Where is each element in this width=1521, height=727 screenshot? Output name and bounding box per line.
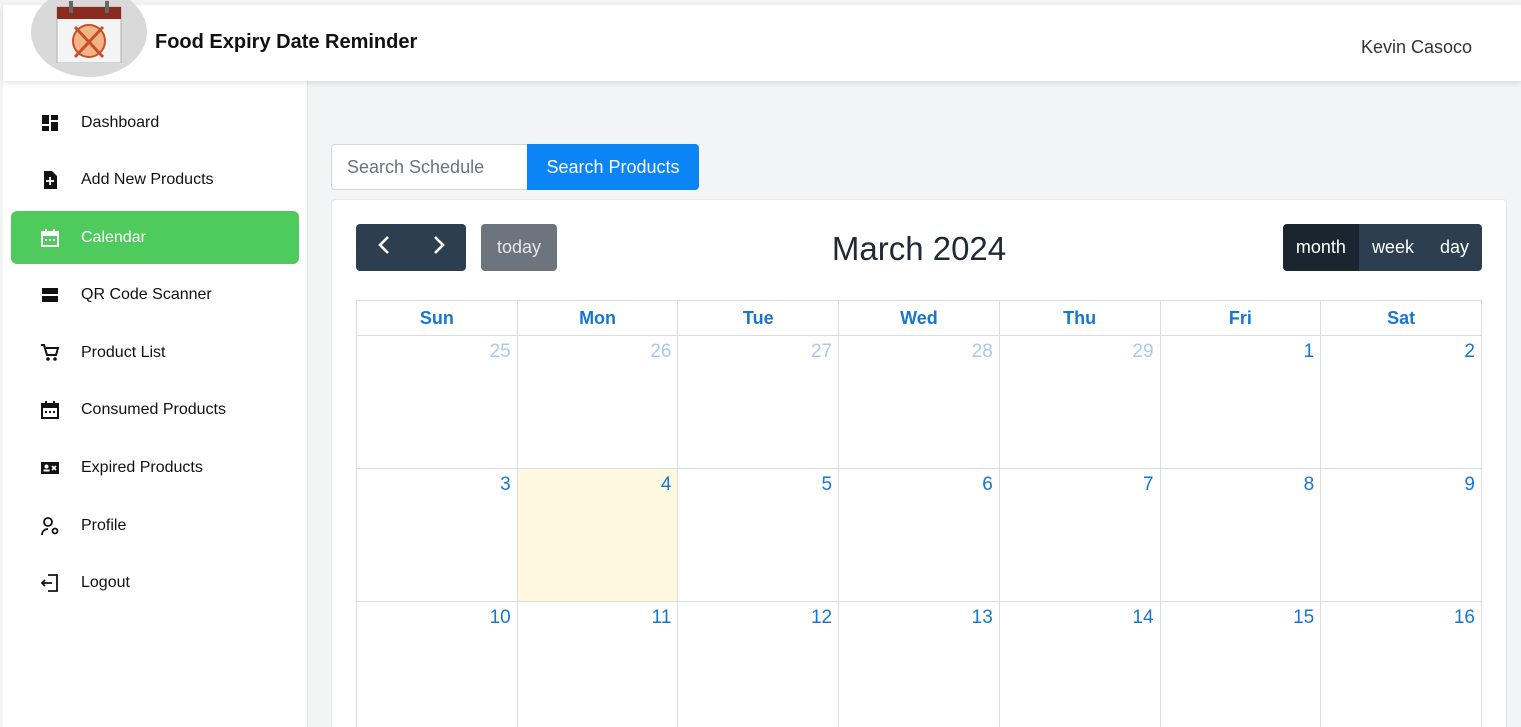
app-logo bbox=[31, 0, 147, 77]
top-header: Food Expiry Date Reminder Kevin Casoco bbox=[3, 0, 1521, 81]
day-cell[interactable]: 29 bbox=[998, 335, 1161, 469]
day-cell[interactable]: 9 bbox=[1320, 468, 1482, 602]
logout-icon bbox=[39, 572, 61, 594]
sidebar-item-label: Product List bbox=[81, 343, 166, 361]
weekday-header: Wed bbox=[838, 300, 1000, 336]
view-switcher: month week day bbox=[1282, 224, 1482, 271]
sidebar-item-add-new-products[interactable]: Add New Products bbox=[11, 153, 299, 206]
day-cell[interactable]: 26 bbox=[516, 335, 679, 469]
sidebar-item-qr-code-scanner[interactable]: QR Code Scanner bbox=[11, 268, 299, 321]
day-cell[interactable]: 11 bbox=[516, 601, 679, 727]
sidebar-item-calendar[interactable]: Calendar bbox=[11, 211, 299, 264]
day-cell[interactable]: 16 bbox=[1320, 601, 1482, 727]
sidebar-item-consumed-products[interactable]: Consumed Products bbox=[11, 383, 299, 436]
sidebar-item-expired-products[interactable]: Expired Products bbox=[11, 441, 299, 494]
sidebar-item-label: Consumed Products bbox=[81, 400, 226, 418]
search-products-button[interactable]: Search Products bbox=[527, 144, 699, 190]
day-cell[interactable]: 25 bbox=[356, 335, 518, 469]
sidebar: Dashboard Add New Products Calendar QR C… bbox=[3, 81, 308, 727]
calendar-week-row: 10 11 12 13 14 15 16 bbox=[356, 601, 1482, 727]
app-title: Food Expiry Date Reminder bbox=[155, 31, 418, 53]
weekday-header: Tue bbox=[677, 300, 840, 336]
weekday-header: Thu bbox=[998, 300, 1161, 336]
user-gear-icon bbox=[39, 515, 61, 537]
calendar-grid: Sun Mon Tue Wed Thu Fri Sat 25 26 27 28 … bbox=[356, 300, 1482, 727]
day-cell[interactable]: 28 bbox=[838, 335, 1000, 469]
sidebar-item-label: Dashboard bbox=[81, 113, 160, 131]
calendar-icon bbox=[39, 227, 61, 249]
sidebar-item-logout[interactable]: Logout bbox=[11, 556, 299, 609]
weekday-header: Sat bbox=[1320, 300, 1482, 336]
calendar-card: today March 2024 month week day Sun Mon … bbox=[331, 199, 1507, 727]
day-cell[interactable]: 10 bbox=[356, 601, 518, 727]
sidebar-item-label: Expired Products bbox=[81, 458, 203, 476]
sidebar-item-dashboard[interactable]: Dashboard bbox=[11, 96, 299, 149]
view-day-button[interactable]: day bbox=[1426, 224, 1482, 271]
sidebar-item-label: QR Code Scanner bbox=[81, 285, 212, 303]
day-cell[interactable]: 27 bbox=[677, 335, 840, 469]
add-file-icon bbox=[39, 169, 61, 191]
cart-icon bbox=[39, 342, 61, 364]
view-month-button[interactable]: month bbox=[1282, 224, 1359, 271]
sidebar-item-product-list[interactable]: Product List bbox=[11, 326, 299, 379]
user-name[interactable]: Kevin Casoco bbox=[1361, 37, 1472, 58]
day-cell[interactable]: 5 bbox=[677, 468, 840, 602]
day-cell[interactable]: 12 bbox=[677, 601, 840, 727]
sidebar-item-label: Profile bbox=[81, 516, 127, 534]
view-week-button[interactable]: week bbox=[1358, 224, 1427, 271]
scanner-icon bbox=[39, 284, 61, 306]
day-cell[interactable]: 15 bbox=[1159, 601, 1322, 727]
dashboard-icon bbox=[39, 112, 61, 134]
day-cell[interactable]: 7 bbox=[998, 468, 1161, 602]
sidebar-item-label: Calendar bbox=[81, 228, 146, 246]
sidebar-item-label: Logout bbox=[81, 573, 130, 591]
id-card-icon bbox=[39, 457, 61, 479]
calendar-icon bbox=[39, 399, 61, 421]
day-cell[interactable]: 13 bbox=[838, 601, 1000, 727]
day-cell[interactable]: 3 bbox=[356, 468, 518, 602]
sidebar-item-label: Add New Products bbox=[81, 170, 214, 188]
day-cell-today[interactable]: 4 bbox=[516, 468, 679, 602]
calendar-week-row: 3 4 5 6 7 8 9 bbox=[356, 468, 1482, 602]
weekday-header-row: Sun Mon Tue Wed Thu Fri Sat bbox=[356, 300, 1482, 336]
day-cell[interactable]: 2 bbox=[1320, 335, 1482, 469]
day-cell[interactable]: 6 bbox=[838, 468, 1000, 602]
weekday-header: Mon bbox=[516, 300, 679, 336]
day-cell[interactable]: 1 bbox=[1159, 335, 1322, 469]
weekday-header: Fri bbox=[1159, 300, 1322, 336]
search-input[interactable] bbox=[331, 144, 527, 190]
calendar-week-row: 25 26 27 28 29 1 2 bbox=[356, 335, 1482, 469]
sidebar-item-profile[interactable]: Profile bbox=[11, 499, 299, 552]
weekday-header: Sun bbox=[356, 300, 518, 336]
day-cell[interactable]: 14 bbox=[998, 601, 1161, 727]
day-cell[interactable]: 8 bbox=[1159, 468, 1322, 602]
